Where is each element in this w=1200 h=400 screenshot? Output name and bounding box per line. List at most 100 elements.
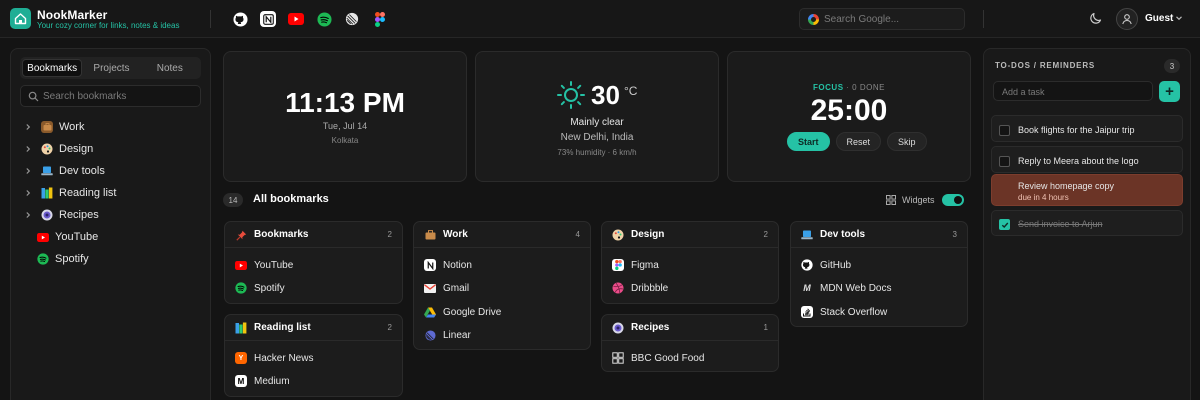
chevron-right-icon[interactable]	[23, 122, 33, 132]
start-button[interactable]: Start	[787, 132, 830, 151]
bookmark-label: YouTube	[254, 259, 294, 271]
quick-link-notion-icon[interactable]	[260, 11, 276, 27]
bookmark-link-linear[interactable]: Linear	[424, 328, 471, 342]
add-task-input[interactable]	[1002, 86, 1147, 98]
bookmark-link-bbc-good-food[interactable]: BBC Good Food	[612, 351, 704, 365]
weather-widget: 30 °C Mainly clear New Delhi, India 73% …	[475, 51, 719, 182]
group-count: 2	[387, 323, 392, 332]
sidebar-item-spotify[interactable]: Spotify	[23, 250, 203, 268]
moon-icon[interactable]	[1089, 11, 1103, 25]
sidebar-item-label: YouTube	[55, 231, 99, 243]
tab-projects[interactable]: Projects	[82, 59, 140, 77]
bookmark-link-medium[interactable]: M Medium	[235, 374, 290, 388]
task-item[interactable]: Reply to Meera about the logo	[991, 146, 1183, 173]
palette-icon	[41, 143, 53, 155]
bookmark-link-spotify[interactable]: Spotify	[235, 281, 285, 295]
briefcase-icon	[41, 121, 53, 133]
group-count: 2	[387, 230, 392, 239]
bbc-icon	[612, 352, 624, 364]
quick-link-youtube-icon[interactable]	[288, 11, 304, 27]
bookmark-search-input[interactable]	[43, 90, 193, 103]
skip-button[interactable]: Skip	[887, 132, 927, 151]
sidebar-item-label: Work	[59, 121, 85, 133]
bookmark-link-figma[interactable]: Figma	[612, 258, 659, 272]
divider	[983, 10, 984, 28]
quick-link-spotify-icon[interactable]	[316, 11, 332, 27]
bookmark-link-stack-overflow[interactable]: Stack Overflow	[801, 305, 887, 319]
home-logo-icon[interactable]	[10, 8, 31, 29]
task-text: Book flights for the Jaipur trip	[1018, 125, 1135, 135]
group-header[interactable]: Work 4	[414, 222, 590, 248]
todo-title: TO-DOS / REMINDERS	[995, 61, 1096, 70]
task-item-done[interactable]: Send invoice to Arjun	[991, 210, 1183, 236]
task-checkbox[interactable]	[999, 156, 1010, 167]
stackoverflow-icon	[801, 306, 813, 318]
chevron-right-icon[interactable]	[23, 188, 33, 198]
google-search-input[interactable]	[824, 12, 960, 26]
task-checkbox[interactable]	[999, 125, 1010, 136]
task-item-reminder[interactable]: Review homepage copy due in 4 hours	[991, 174, 1183, 206]
bookmark-link-hacker-news[interactable]: Y Hacker News	[235, 351, 313, 365]
pin-icon	[235, 229, 247, 241]
widgets-toggle[interactable]	[942, 194, 964, 206]
gmail-icon	[424, 282, 436, 294]
chevron-right-icon[interactable]	[23, 166, 33, 176]
task-text: Send invoice to Arjun	[1018, 219, 1103, 229]
weather-details: 73% humidity · 6 km/h	[557, 148, 637, 157]
focus-separator: ·	[846, 83, 850, 92]
books-icon	[41, 187, 53, 199]
bookmark-link-google-drive[interactable]: Google Drive	[424, 305, 501, 319]
avatar[interactable]	[1116, 8, 1138, 30]
sidebar-item-youtube[interactable]: YouTube	[23, 228, 203, 246]
sidebar-item-dev-tools[interactable]: Dev tools	[23, 162, 203, 180]
chevron-right-icon[interactable]	[23, 144, 33, 154]
chevron-down-icon[interactable]	[1174, 13, 1184, 23]
bookmark-link-youtube[interactable]: YouTube	[235, 258, 293, 272]
recipes-icon	[612, 322, 624, 334]
chevron-right-icon[interactable]	[23, 210, 33, 220]
bookmark-link-github[interactable]: GitHub	[801, 258, 851, 272]
sidebar-item-design[interactable]: Design	[23, 140, 203, 158]
task-item[interactable]: Book flights for the Jaipur trip	[991, 115, 1183, 142]
github-icon	[801, 259, 813, 271]
bookmark-group-reading-list: Reading list 2 Y Hacker News M Medium	[224, 314, 403, 397]
sidebar-item-reading-list[interactable]: Reading list	[23, 184, 203, 202]
clock-time: 11:13 PM	[285, 87, 405, 118]
group-header[interactable]: Dev tools 3	[791, 222, 967, 248]
sidebar: Bookmarks Projects Notes Work Design Dev…	[10, 48, 211, 400]
bookmark-label: Medium	[254, 375, 290, 387]
google-drive-icon	[424, 306, 436, 318]
linear-icon	[424, 329, 436, 341]
bookmark-link-gmail[interactable]: Gmail	[424, 281, 469, 295]
bookmark-link-notion[interactable]: Notion	[424, 258, 472, 272]
bookmark-link-mdn[interactable]: M MDN Web Docs	[801, 281, 891, 295]
tab-notes[interactable]: Notes	[141, 59, 199, 77]
add-task-button[interactable]: +	[1159, 81, 1180, 102]
quick-link-github-icon[interactable]	[232, 11, 248, 27]
task-checkbox-checked[interactable]	[999, 219, 1010, 230]
sidebar-item-work[interactable]: Work	[23, 118, 203, 136]
group-title: Work	[443, 229, 468, 240]
sidebar-item-recipes[interactable]: Recipes	[23, 206, 203, 224]
add-task-box[interactable]	[993, 81, 1153, 101]
group-header[interactable]: Reading list 2	[225, 315, 402, 341]
focus-done-count: 0 DONE	[852, 83, 885, 92]
task-text: Review homepage copy	[1018, 181, 1115, 191]
spotify-icon	[235, 282, 247, 294]
group-header[interactable]: Design 2	[602, 222, 778, 248]
quick-link-linear-icon[interactable]	[344, 11, 360, 27]
group-header[interactable]: Bookmarks 2	[225, 222, 402, 248]
bookmark-search-box[interactable]	[20, 85, 201, 107]
sidebar-item-label: Dev tools	[59, 165, 105, 177]
tab-bookmarks[interactable]: Bookmarks	[22, 59, 83, 77]
focus-label: FOCUS	[813, 83, 844, 92]
google-icon	[808, 14, 819, 25]
bookmark-link-dribbble[interactable]: Dribbble	[612, 281, 668, 295]
user-icon	[1122, 14, 1132, 25]
google-search-box[interactable]	[799, 8, 965, 30]
reset-button[interactable]: Reset	[835, 132, 882, 151]
books-icon	[235, 322, 247, 334]
quick-link-figma-icon[interactable]	[372, 11, 388, 27]
user-name[interactable]: Guest	[1145, 13, 1173, 24]
group-header[interactable]: Recipes 1	[602, 315, 778, 341]
